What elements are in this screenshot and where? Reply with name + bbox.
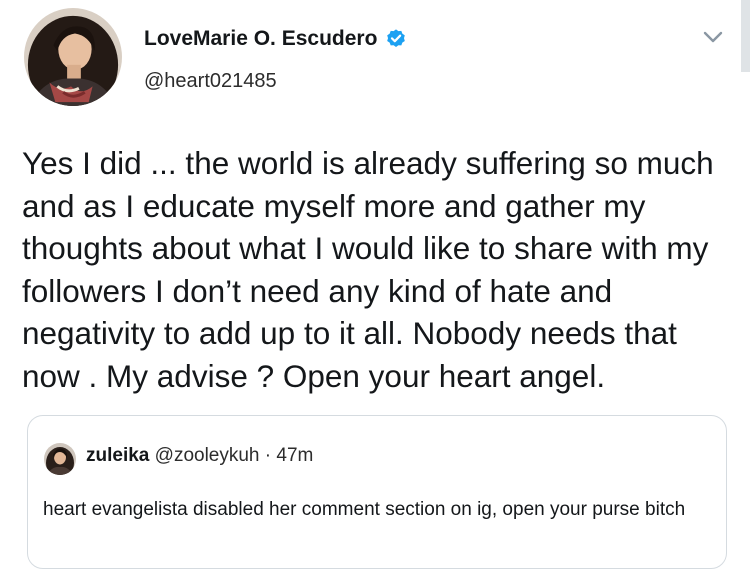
quoted-tweet[interactable]: zuleika @zooleykuh · 47m heart evangelis… — [27, 415, 727, 569]
author-avatar[interactable] — [24, 8, 122, 106]
tweet-text: Yes I did ... the world is already suffe… — [22, 145, 714, 394]
chevron-down-icon[interactable] — [700, 24, 726, 50]
profile-photo-icon — [24, 8, 122, 106]
meta-separator: · — [264, 445, 272, 466]
quoted-author-name[interactable]: zuleika — [86, 445, 149, 466]
profile-photo-icon — [44, 443, 76, 475]
verified-badge-icon — [387, 29, 406, 47]
quoted-author-avatar[interactable] — [44, 443, 76, 475]
author-name-row[interactable]: LoveMarie O. Escudero — [144, 27, 407, 51]
quoted-tweet-header: zuleika @zooleykuh · 47m — [86, 445, 313, 467]
author-display-name[interactable]: LoveMarie O. Escudero — [144, 27, 377, 51]
tweet-card: LoveMarie O. Escudero @heart021485 Yes I… — [0, 0, 750, 581]
scrollbar[interactable] — [741, 0, 750, 72]
quoted-tweet-timestamp[interactable]: 47m — [276, 445, 313, 466]
author-handle[interactable]: @heart021485 — [144, 70, 277, 93]
quoted-tweet-text: heart evangelista disabled her comment s… — [43, 499, 686, 520]
quoted-author-handle[interactable]: @zooleykuh — [155, 445, 260, 466]
